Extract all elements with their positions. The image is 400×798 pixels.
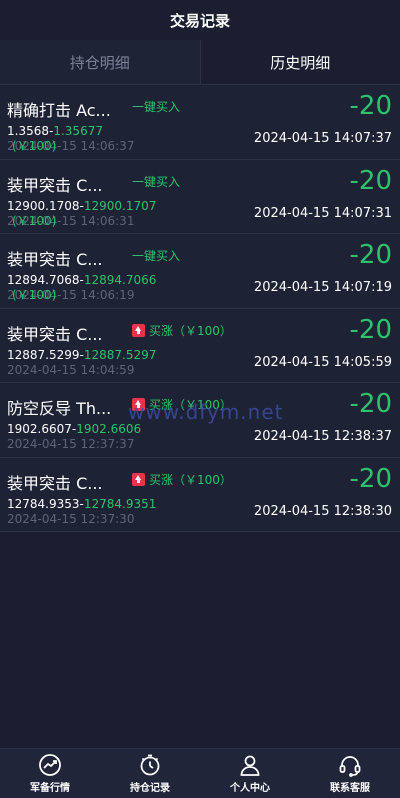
record-profit: -20 (349, 463, 392, 494)
nav-label-positions: 持仓记录 (130, 783, 170, 794)
nav-item-profile[interactable]: 个人中心 (200, 749, 300, 798)
up-arrow-icon (132, 323, 145, 337)
record-close-price: 12894.7066 (83, 273, 157, 287)
record-close-time: 2024-04-15 14:07:37 (253, 131, 392, 146)
record-close-price: 12887.5297 (83, 347, 157, 362)
record-tag-label: 一键买入 (132, 174, 181, 189)
record-prices: 1.3568-1.35677 (7, 124, 103, 138)
record-profit: -20 (349, 240, 392, 270)
chart-trend-icon (39, 754, 61, 776)
stopwatch-icon (140, 754, 160, 776)
record-prices: 12784.9353-12784.9351 (7, 496, 157, 511)
record-open-price: 12900.1708 (7, 198, 80, 213)
record-profit: -20 (349, 91, 392, 121)
record-close-time: 2024-04-15 14:05:59 (253, 354, 392, 370)
record-close-price: 1902.6606 (76, 422, 142, 436)
headset-icon (339, 756, 361, 777)
record-amount-note: (￥100) (12, 139, 57, 153)
record-open-price: 1902.6607 (7, 422, 72, 436)
record-title: 防空反导 Th... (7, 399, 112, 418)
record-tag-label: 买涨（￥100） (149, 472, 232, 487)
record-tag: 一键买入 (132, 173, 180, 190)
record-title: 装甲突击 C... (7, 324, 103, 344)
tab-holdings[interactable]: 持仓明细 (0, 40, 201, 84)
record-profit: -20 (349, 165, 392, 196)
record-close-price: 1.35677 (53, 124, 103, 138)
history-record-row[interactable]: 装甲突击 C... 一键买入 12894.7068-12894.7066 202… (0, 234, 400, 309)
record-close-time: 2024-04-15 12:38:37 (253, 429, 392, 444)
history-record-row[interactable]: 精确打击 Ac... 一键买入 1.3568-1.35677 2024-04-1… (0, 85, 400, 160)
nav-label-support: 联系客服 (330, 783, 370, 794)
tab-history[interactable]: 历史明细 (200, 40, 400, 84)
record-tag: 买涨（￥100） (132, 396, 232, 413)
history-list: 精确打击 Ac... 一键买入 1.3568-1.35677 2024-04-1… (0, 85, 400, 532)
up-arrow-icon (132, 472, 145, 486)
record-tag: 买涨（￥100） (132, 322, 232, 339)
record-close-time: 2024-04-15 14:07:31 (253, 205, 392, 221)
history-record-row[interactable]: 装甲突击 C... 一键买入 12900.1708-12900.1707 202… (0, 159, 400, 234)
history-record-row[interactable]: 装甲突击 C... 买涨（￥100） 12784.9353-12784.9351… (0, 457, 400, 532)
nav-label-profile: 个人中心 (230, 783, 270, 794)
record-open-price: 12894.7068 (7, 273, 80, 287)
nav-item-market[interactable]: 军备行情 (0, 749, 100, 798)
record-close-price: 12900.1707 (83, 198, 157, 213)
record-title: 装甲突击 C... (7, 175, 103, 195)
record-tabs: 持仓明细 历史明细 (0, 40, 400, 85)
nav-item-support[interactable]: 联系客服 (300, 749, 400, 798)
record-tag: 一键买入 (132, 247, 180, 264)
record-prices: 1902.6607-1902.6606 (7, 422, 142, 436)
record-title: 装甲突击 C... (7, 250, 103, 269)
page-header: 交易记录 (0, 0, 400, 40)
nav-label-market: 军备行情 (30, 783, 70, 794)
record-open-time: 2024-04-15 14:04:59 (7, 362, 135, 377)
nav-item-positions[interactable]: 持仓记录 (100, 749, 200, 798)
record-open-time: 2024-04-15 12:37:30 (7, 511, 135, 526)
record-profit: -20 (349, 389, 392, 419)
record-tag-label: 买涨（￥100） (149, 398, 232, 412)
record-close-price: 12784.9351 (83, 496, 157, 511)
tab-history-label: 历史明细 (270, 53, 331, 72)
record-tag: 一键买入 (132, 98, 180, 115)
record-tag-label: 一键买入 (132, 100, 181, 114)
record-prices: 12887.5299-12887.5297 (7, 347, 157, 362)
record-open-time: 2024-04-15 12:37:37 (7, 437, 135, 451)
history-record-row[interactable]: 防空反导 Th... 买涨（￥100） 1902.6607-1902.6606 … (0, 383, 400, 458)
record-prices: 12894.7068-12894.7066 (7, 273, 157, 287)
record-close-time: 2024-04-15 14:07:19 (253, 280, 392, 295)
record-profit: -20 (349, 314, 392, 345)
bottom-nav: 军备行情 持仓记录 个人中心 联系客服 (0, 748, 400, 798)
record-open-price: 12784.9353 (7, 496, 80, 511)
history-record-row[interactable]: 装甲突击 C... 买涨（￥100） 12887.5299-12887.5297… (0, 308, 400, 383)
record-prices: 12900.1708-12900.1707 (7, 198, 157, 213)
page-title: 交易记录 (169, 11, 230, 30)
record-title: 装甲突击 C... (7, 473, 103, 493)
record-tag-label: 一键买入 (132, 249, 181, 263)
up-arrow-icon (132, 398, 145, 411)
record-tag-label: 买涨（￥100） (149, 323, 232, 338)
record-close-time: 2024-04-15 12:38:30 (253, 503, 392, 519)
record-open-price: 1.3568 (7, 124, 49, 138)
record-tag: 买涨（￥100） (132, 471, 232, 488)
record-title: 精确打击 Ac... (7, 101, 111, 120)
tab-holdings-label: 持仓明细 (69, 53, 130, 72)
record-amount-note: (￥100) (12, 213, 57, 228)
user-icon (240, 755, 260, 776)
record-amount-note: (￥100) (12, 288, 57, 302)
record-open-price: 12887.5299 (7, 347, 80, 362)
